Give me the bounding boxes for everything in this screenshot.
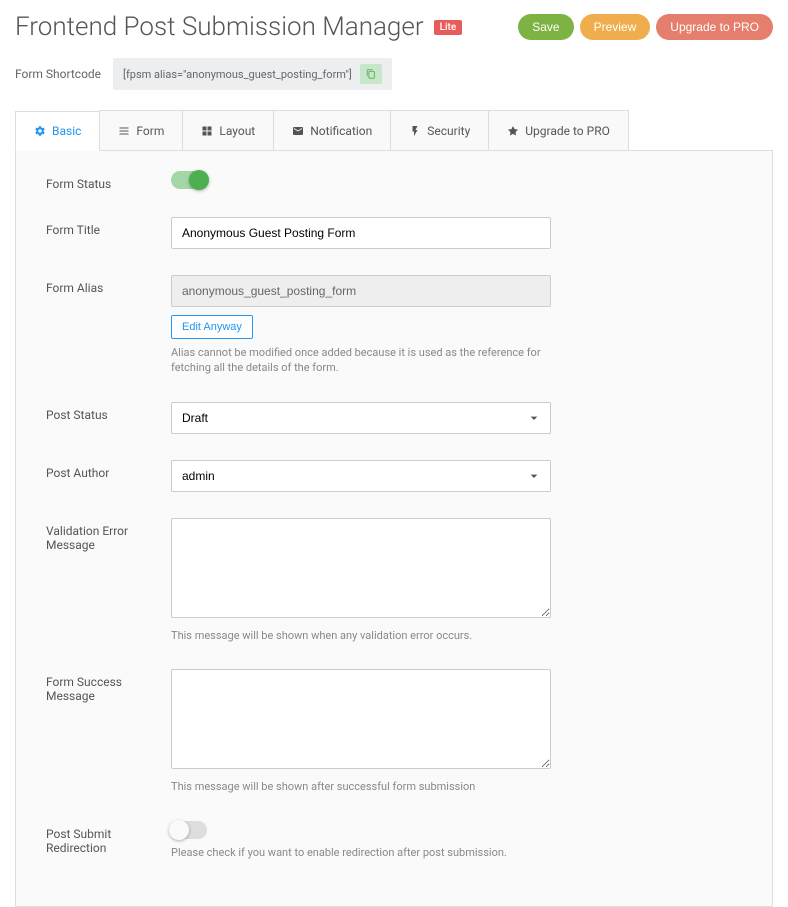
post-author-select[interactable]: admin [171,460,551,492]
alias-help-text: Alias cannot be modified once added beca… [171,345,551,376]
form-icon [118,125,130,137]
page-title: Frontend Post Submission Manager [15,12,424,42]
header-buttons: Save Preview Upgrade to PRO [518,14,773,40]
tab-layout[interactable]: Layout [182,110,274,150]
row-form-title: Form Title [46,217,742,249]
success-message-textarea[interactable] [171,669,551,769]
layout-icon [201,125,213,137]
tab-label: Notification [310,124,372,138]
label-post-author: Post Author [46,460,171,480]
form-body: Form Status Form Title Form Alias Edit A… [15,151,773,907]
tab-upgrade[interactable]: Upgrade to PRO [488,110,629,150]
shortcode-label: Form Shortcode [15,67,101,81]
label-form-title: Form Title [46,217,171,237]
tab-security[interactable]: Security [390,110,489,150]
shortcode-box: [fpsm alias="anonymous_guest_posting_for… [113,58,392,90]
tab-label: Layout [219,124,255,138]
shortcode-row: Form Shortcode [fpsm alias="anonymous_gu… [0,50,788,110]
label-post-redirect: Post Submit Redirection [46,821,171,855]
bolt-icon [409,125,421,137]
label-success-message: Form Success Message [46,669,171,703]
tab-label: Form [136,124,164,138]
edit-anyway-button[interactable]: Edit Anyway [171,315,253,339]
validation-help-text: This message will be shown when any vali… [171,628,551,643]
row-form-alias: Form Alias Edit Anyway Alias cannot be m… [46,275,742,376]
success-help-text: This message will be shown after success… [171,779,551,794]
tab-label: Basic [52,124,81,138]
label-form-alias: Form Alias [46,275,171,295]
form-status-toggle[interactable] [171,171,207,189]
save-button[interactable]: Save [518,14,573,40]
post-redirect-toggle[interactable] [171,821,207,839]
row-success-message: Form Success Message This message will b… [46,669,742,794]
mail-icon [292,125,304,137]
row-post-status: Post Status Draft [46,402,742,434]
row-post-author: Post Author admin [46,460,742,492]
row-post-redirect: Post Submit Redirection Please check if … [46,821,742,860]
tabs: Basic Form Layout Notification Security … [15,110,773,151]
row-validation-error: Validation Error Message This message wi… [46,518,742,643]
label-validation-error: Validation Error Message [46,518,171,552]
upgrade-button[interactable]: Upgrade to PRO [656,14,773,40]
preview-button[interactable]: Preview [580,14,651,40]
form-alias-input [171,275,551,307]
tab-form[interactable]: Form [99,110,183,150]
form-title-input[interactable] [171,217,551,249]
label-post-status: Post Status [46,402,171,422]
tab-notification[interactable]: Notification [273,110,391,150]
validation-error-textarea[interactable] [171,518,551,618]
copy-icon[interactable] [360,64,382,84]
post-status-select[interactable]: Draft [171,402,551,434]
label-form-status: Form Status [46,171,171,191]
redirect-help-text: Please check if you want to enable redir… [171,845,551,860]
page-header: Frontend Post Submission Manager Lite Sa… [0,0,788,50]
tab-label: Upgrade to PRO [525,124,610,138]
row-form-status: Form Status [46,171,742,191]
tab-label: Security [427,124,470,138]
star-icon [507,125,519,137]
shortcode-value: [fpsm alias="anonymous_guest_posting_for… [123,68,352,81]
gear-icon [34,125,46,137]
tab-basic[interactable]: Basic [15,111,100,151]
lite-badge: Lite [434,20,463,35]
